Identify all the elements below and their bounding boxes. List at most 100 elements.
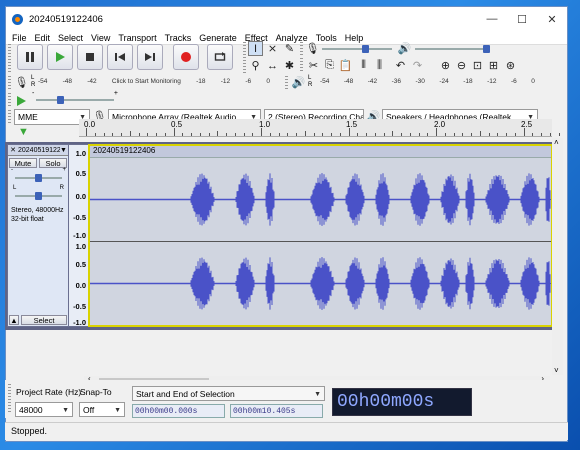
- ruler-tick: [252, 133, 254, 136]
- undo-button[interactable]: ↶: [393, 58, 408, 73]
- mute-button[interactable]: Mute: [9, 158, 37, 168]
- ruler-tick: [322, 133, 324, 136]
- waveform-clip[interactable]: 20240519122406: [88, 144, 553, 327]
- selection-start-time[interactable]: 00h00m00.000s: [132, 404, 225, 418]
- stop-button[interactable]: [77, 44, 103, 70]
- toolbar-grip[interactable]: [8, 93, 11, 107]
- playback-volume-slider[interactable]: [415, 43, 490, 55]
- record-button[interactable]: [173, 44, 199, 70]
- snap-to-label: Snap-To: [80, 387, 112, 397]
- play-button[interactable]: [47, 44, 73, 70]
- scale-label: 0.0: [75, 281, 86, 290]
- ruler-tick: [418, 133, 420, 136]
- skip-to-start-button[interactable]: [107, 44, 133, 70]
- draw-tool[interactable]: ✎: [282, 41, 297, 56]
- toolbar-grip[interactable]: [243, 42, 246, 74]
- clip-title[interactable]: 20240519122406: [90, 146, 551, 158]
- slider-thumb[interactable]: [35, 174, 42, 182]
- fit-selection-button[interactable]: ⊡: [470, 58, 485, 73]
- loop-button[interactable]: [207, 44, 233, 70]
- toolbar-grip[interactable]: [300, 58, 303, 72]
- playback-meter[interactable]: -54 -48 -42 -36 -30 -24 -18 -12 -6 0: [320, 78, 535, 89]
- cut-button[interactable]: ✂: [306, 58, 321, 73]
- scroll-down-icon[interactable]: ˅: [554, 366, 559, 375]
- playback-speed-slider[interactable]: - +: [32, 90, 118, 106]
- close-track-icon[interactable]: ✕: [8, 146, 18, 154]
- vertical-scrollbar[interactable]: ˄ ˅: [552, 138, 563, 375]
- menu-view[interactable]: View: [87, 33, 114, 43]
- select-track-button[interactable]: Select: [21, 315, 67, 325]
- multi-tool[interactable]: ✱: [282, 58, 297, 73]
- menu-transport[interactable]: Transport: [114, 33, 160, 43]
- slider-thumb[interactable]: [483, 45, 490, 53]
- toolbar-grip[interactable]: [8, 44, 11, 72]
- zoom-out-button[interactable]: ⊖: [454, 58, 469, 73]
- zoom-in-button[interactable]: ⊕: [438, 58, 453, 73]
- copy-button[interactable]: ⎘: [322, 58, 337, 73]
- pause-button[interactable]: [17, 44, 43, 70]
- recording-volume-slider[interactable]: [322, 43, 392, 55]
- selection-tool[interactable]: I: [248, 41, 263, 56]
- minimize-button[interactable]: —: [477, 7, 507, 31]
- gain-slider[interactable]: - +: [11, 167, 66, 184]
- toolbar-grip[interactable]: [8, 384, 11, 414]
- project-rate-dropdown[interactable]: 48000 ▼: [15, 402, 73, 417]
- selection-mode-dropdown[interactable]: Start and End of Selection ▼: [132, 386, 325, 401]
- scroll-up-icon[interactable]: ˄: [554, 138, 559, 147]
- right-channel-waveform: [90, 257, 551, 310]
- collapse-track-button[interactable]: ▲: [9, 315, 19, 325]
- snap-to-dropdown[interactable]: Off ▼: [79, 402, 125, 417]
- envelope-tool[interactable]: ⨯: [265, 41, 280, 56]
- status-text: Stopped.: [11, 426, 48, 436]
- menu-generate[interactable]: Generate: [195, 33, 241, 43]
- meter-tick-label: -42: [87, 78, 97, 85]
- fit-project-button[interactable]: ⊞: [486, 58, 501, 73]
- menu-edit[interactable]: Edit: [31, 33, 55, 43]
- track-header: ✕ 20240519122406 ▼: [8, 145, 68, 156]
- menu-tracks[interactable]: Tracks: [161, 33, 196, 43]
- pan-slider[interactable]: L R: [11, 185, 66, 202]
- paste-icon: 📋: [338, 60, 353, 72]
- zoom-toggle-button[interactable]: ⊛: [503, 58, 518, 73]
- fit-selection-icon: ⊡: [472, 60, 483, 72]
- ruler-tick: [479, 131, 481, 136]
- play-at-speed-button[interactable]: [13, 93, 28, 108]
- close-button[interactable]: ✕: [537, 7, 567, 31]
- audio-position-display[interactable]: 00h00m00s: [332, 388, 472, 416]
- slider-thumb[interactable]: [362, 45, 369, 53]
- paste-button[interactable]: 📋: [338, 58, 353, 73]
- ruler-tick: [348, 128, 350, 136]
- copy-icon: ⎘: [325, 59, 334, 71]
- ruler-tick: [497, 133, 499, 136]
- maximize-button[interactable]: ☐: [507, 7, 537, 31]
- ruler-tick: [313, 133, 315, 136]
- menu-file[interactable]: File: [8, 33, 31, 43]
- toolbar-grip[interactable]: [8, 110, 11, 124]
- slider-thumb[interactable]: [35, 192, 42, 200]
- skip-to-end-button[interactable]: [137, 44, 163, 70]
- chevron-down-icon: ▼: [314, 391, 321, 398]
- toolbar-grip[interactable]: [300, 42, 303, 56]
- selection-end-time[interactable]: 00h00m10.405s: [230, 404, 323, 418]
- redo-button[interactable]: ↷: [410, 58, 425, 73]
- menu-help[interactable]: Help: [341, 33, 368, 43]
- track-name-menu[interactable]: 20240519122406: [18, 147, 60, 154]
- left-channel-label: L: [31, 75, 35, 81]
- timeline-options-button[interactable]: ▼: [16, 124, 31, 139]
- silence-button[interactable]: ⫼: [372, 58, 387, 73]
- toolbar-grip[interactable]: [285, 76, 288, 90]
- time-shift-tool[interactable]: ↔: [265, 58, 280, 73]
- ruler-tick: [392, 131, 394, 136]
- recording-meter[interactable]: -54 -48 -42 Click to Start Monitoring -1…: [38, 78, 270, 89]
- toolbar-grip[interactable]: [8, 76, 11, 90]
- timeline-ruler[interactable]: 0.0 0.5 1.0 1.5 2.0 2.5: [79, 119, 560, 137]
- slider-thumb[interactable]: [57, 96, 64, 104]
- ruler-tick: [156, 133, 157, 136]
- menu-select[interactable]: Select: [54, 33, 87, 43]
- track-panel: ✕ 20240519122406 ▼ Mute Solo - + L R Ste…: [5, 142, 557, 330]
- meter-tick-label: -54: [320, 78, 330, 85]
- zoom-tool[interactable]: ⚲: [248, 58, 263, 73]
- start-monitoring-label[interactable]: Click to Start Monitoring: [112, 78, 181, 85]
- trim-button[interactable]: ⫴: [356, 58, 371, 73]
- chevron-down-icon[interactable]: ▼: [60, 147, 67, 154]
